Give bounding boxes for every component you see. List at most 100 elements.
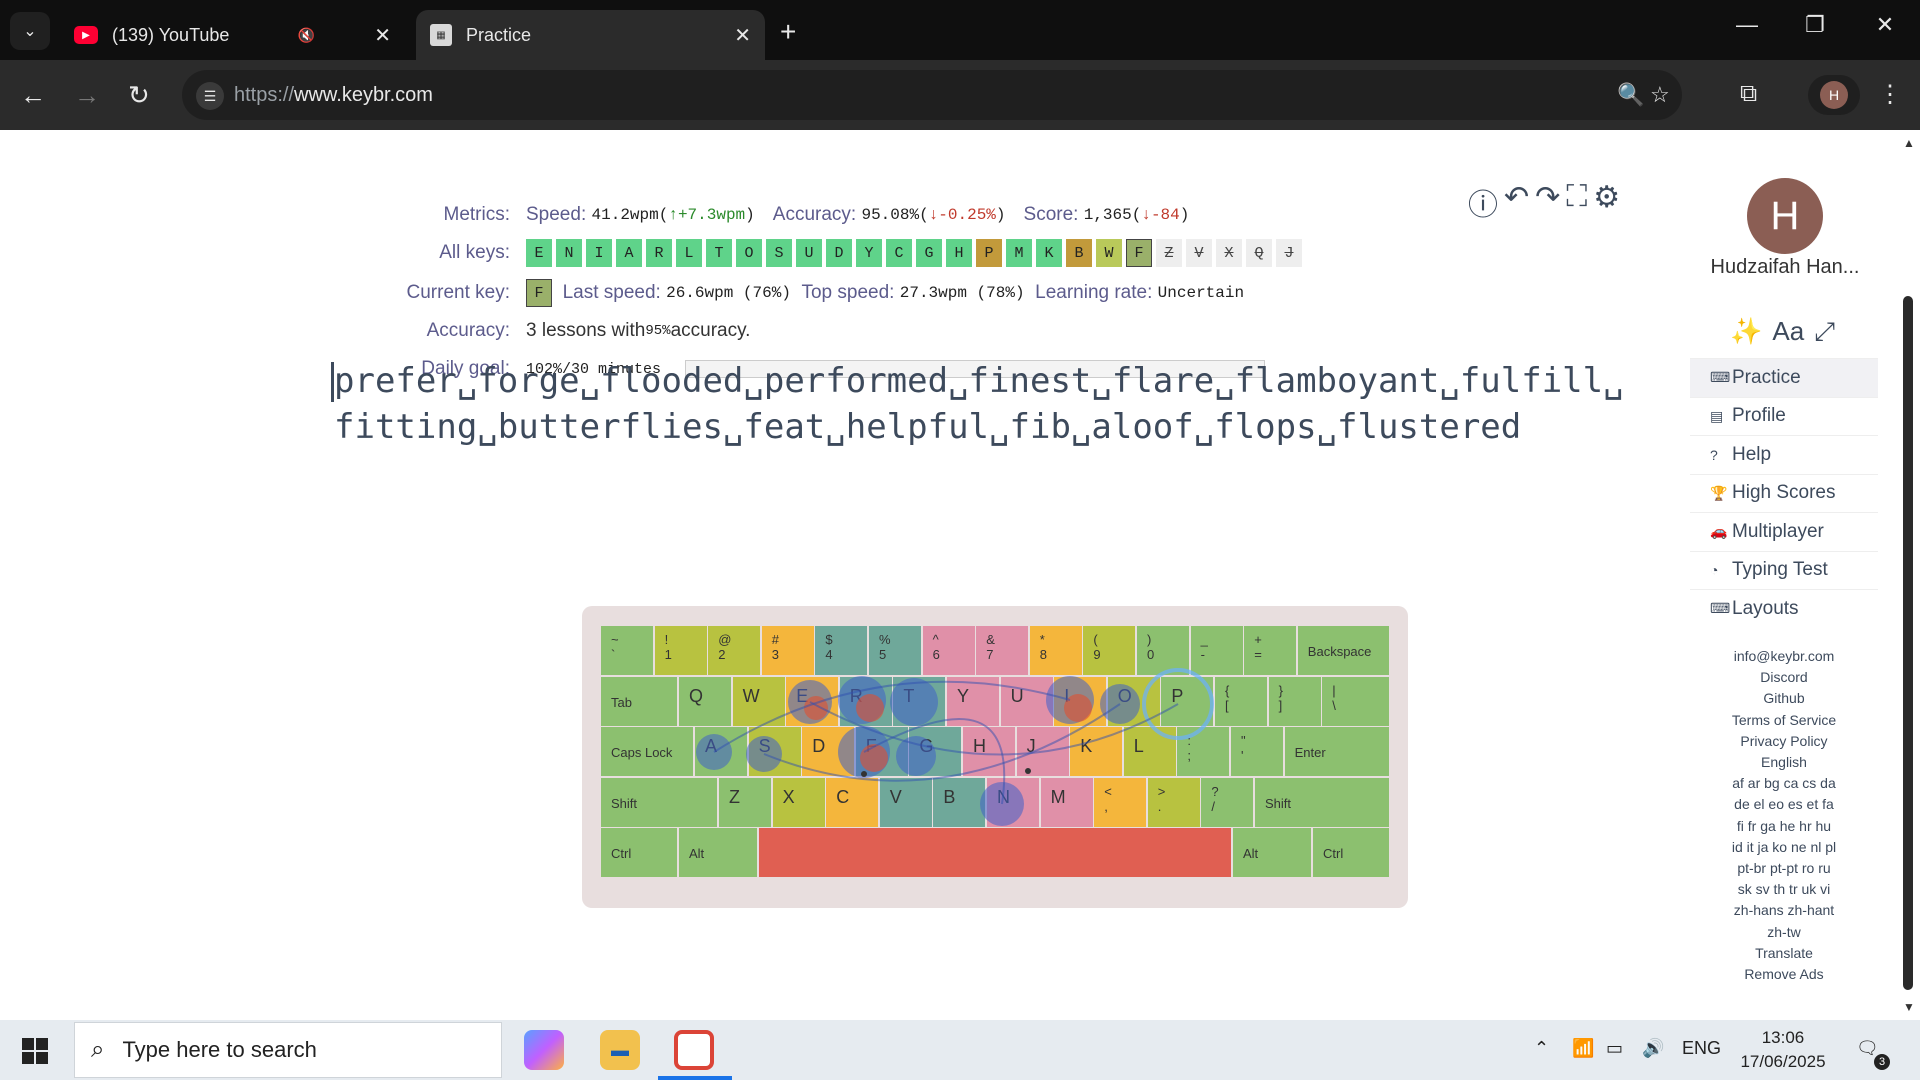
sidebar-item-layouts[interactable]: ⌨ Layouts [1690,589,1878,628]
expand-icon[interactable]: ⤢ [1814,316,1835,348]
tab-search-button[interactable]: ⌄ [10,12,50,50]
show-hidden-icons-icon[interactable]: ⌃ [1534,1038,1549,1059]
footer-link[interactable]: Terms of Service [1690,710,1878,731]
menu-kebab-icon[interactable]: ⋮ [1878,80,1902,109]
scroll-thumb[interactable] [1903,296,1913,990]
close-tab-icon[interactable]: ✕ [374,23,391,48]
system-clock[interactable]: 13:06 17/06/2025 [1728,1026,1838,1074]
footer-link[interactable]: de el eo es et fa [1690,794,1878,815]
key-badge[interactable]: I [586,239,612,267]
key-badge[interactable]: J [1276,239,1302,267]
key: & 7 [976,626,1029,675]
key-badge[interactable]: B [1066,239,1092,267]
sidebar-item-typing-test[interactable]: ◔ Typing Test [1690,550,1878,590]
scroll-up-icon[interactable]: ▲ [1903,136,1915,150]
current-key-badge[interactable]: F [526,279,552,307]
key-badge[interactable]: S [766,239,792,267]
taskbar-search[interactable]: ⌕ Type here to search [74,1022,502,1078]
sidebar-item-help[interactable]: ? Help [1690,435,1878,474]
sidebar-item-practice[interactable]: ⌨ Practice [1690,358,1878,397]
key-badge[interactable]: G [916,239,942,267]
file-explorer-icon[interactable]: ▬ [600,1030,640,1070]
language-indicator[interactable]: ENG [1682,1038,1721,1059]
muted-speaker-icon[interactable]: 🔇 [298,27,315,44]
undo-icon[interactable]: ↶ [1504,180,1529,224]
fullscreen-icon[interactable]: ⛶ [1566,180,1587,224]
key-badge[interactable]: W [1096,239,1122,267]
footer-link[interactable]: Github [1690,688,1878,709]
key-badge[interactable]: X [1216,239,1242,267]
address-bar[interactable]: ☰ https://www.keybr.com 🔍 ☆ [182,70,1682,120]
zoom-icon[interactable]: 🔍 [1617,82,1644,108]
sidebar-item-multiplayer[interactable]: 🚗 Multiplayer [1690,512,1878,551]
key-badge[interactable]: A [616,239,642,267]
footer-link[interactable]: zh-hans zh-hant [1690,900,1878,921]
key-badge[interactable]: Y [856,239,882,267]
volume-icon[interactable]: 🔊 [1642,1038,1664,1059]
settings-gear-icon[interactable]: ⚙ [1593,180,1620,224]
new-tab-button[interactable]: + [780,16,796,48]
sidebar-item-profile[interactable]: ▤ Profile [1690,396,1878,436]
key-badge[interactable]: V [1186,239,1212,267]
user-name[interactable]: Hudzaifah Han... [1690,256,1880,279]
key: S [748,727,801,777]
footer-link[interactable]: English [1690,752,1878,773]
key-badge[interactable]: K [1036,239,1062,267]
key-badge[interactable]: R [646,239,672,267]
footer-link[interactable]: fi fr ga he hr hu [1690,816,1878,837]
tab-practice[interactable]: ▦ Practice ✕ [416,10,765,60]
restore-button[interactable]: ❐ [1795,12,1835,38]
sidebar-item-high-scores[interactable]: 🏆 High Scores [1690,473,1878,513]
footer-link[interactable]: Remove Ads [1690,964,1878,985]
key-badge[interactable]: Q [1246,239,1272,267]
key-badge[interactable]: H [946,239,972,267]
profile-button[interactable]: H [1808,75,1860,115]
footer-link[interactable]: sk sv th tr uk vi [1690,879,1878,900]
url-text[interactable]: https://www.keybr.com [234,84,433,107]
key-badge[interactable]: U [796,239,822,267]
key-badge[interactable]: O [736,239,762,267]
key-badge[interactable]: C [886,239,912,267]
reload-icon[interactable]: ↻ [128,80,150,111]
key-badge[interactable]: E [526,239,552,267]
key-badge[interactable]: T [706,239,732,267]
wifi-icon[interactable]: 📶 [1572,1038,1594,1059]
chrome-icon[interactable] [674,1030,714,1070]
key-badge[interactable]: D [826,239,852,267]
footer-link[interactable]: info@keybr.com [1690,646,1878,667]
key-badge[interactable]: P [976,239,1002,267]
page-scrollbar[interactable]: ▲ ▼ [1900,130,1920,1020]
help-icon[interactable]: ⓘ [1468,180,1498,224]
magic-wand-icon[interactable]: ✨ [1730,316,1762,348]
footer-link[interactable]: zh-tw [1690,922,1878,943]
footer-link[interactable]: Privacy Policy [1690,731,1878,752]
footer-link[interactable]: pt-br pt-pt ro ru [1690,858,1878,879]
redo-icon[interactable]: ↷ [1535,180,1560,224]
footer-link[interactable]: Discord [1690,667,1878,688]
back-icon[interactable]: ← [20,80,46,111]
practice-text[interactable]: prefer␣forge␣flooded␣performed␣finest␣fl… [331,358,1624,450]
site-info-icon[interactable]: ☰ [196,82,224,110]
footer-link[interactable]: id it ja ko ne nl pl [1690,837,1878,858]
close-tab-icon[interactable]: ✕ [734,23,751,48]
bookmark-star-icon[interactable]: ☆ [1650,82,1670,108]
windows-start-icon[interactable] [22,1038,48,1064]
forward-icon[interactable]: → [74,80,100,111]
tab-youtube[interactable]: ▶ (139) YouTube 🔇 ✕ [60,10,405,60]
key-badge[interactable]: F [1126,239,1152,267]
key-badge[interactable]: M [1006,239,1032,267]
extensions-icon[interactable]: ⧉ [1740,80,1757,108]
footer-link[interactable]: af ar bg ca cs da [1690,773,1878,794]
scroll-down-icon[interactable]: ▼ [1903,1000,1915,1014]
close-window-button[interactable]: ✕ [1865,12,1905,38]
accuracy-streak-label: Accuracy: [426,320,510,341]
key-badge[interactable]: N [556,239,582,267]
footer-link[interactable]: Translate [1690,943,1878,964]
minimize-button[interactable]: — [1727,12,1767,38]
battery-icon[interactable]: ▭ [1606,1038,1623,1059]
copilot-icon[interactable] [524,1030,564,1070]
font-size-icon[interactable]: Aa [1772,316,1804,348]
key-badge[interactable]: L [676,239,702,267]
user-avatar[interactable]: H [1747,178,1823,254]
key-badge[interactable]: Z [1156,239,1182,267]
